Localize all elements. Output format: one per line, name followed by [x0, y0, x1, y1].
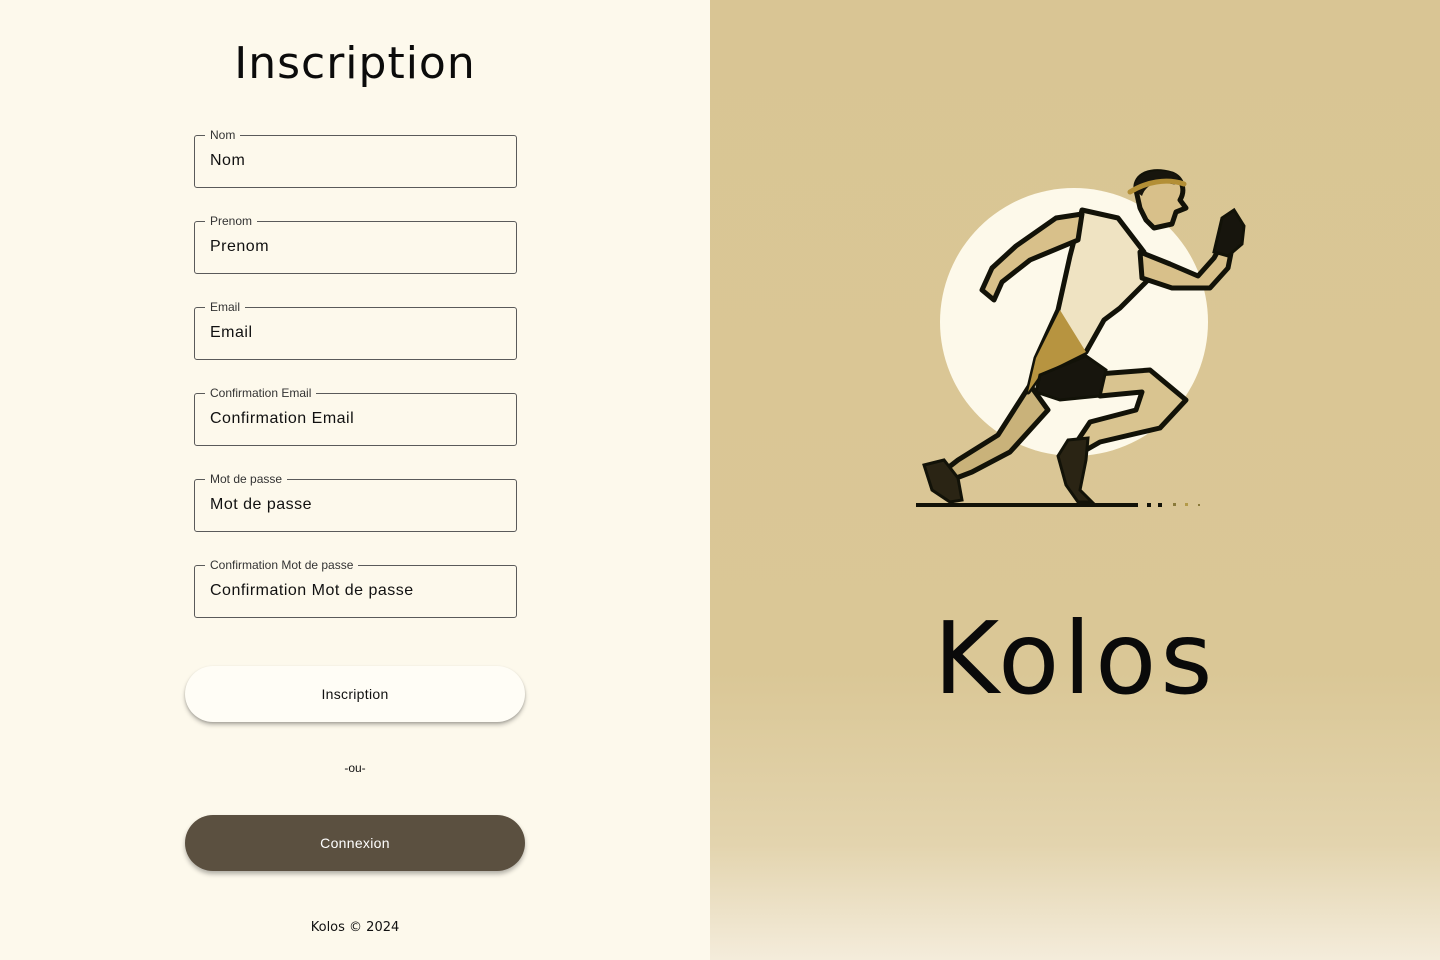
prenom-input[interactable]	[210, 238, 500, 256]
password-field[interactable]: Mot de passe	[194, 472, 517, 532]
prenom-field-label: Prenom	[205, 214, 258, 228]
password-field-label: Mot de passe	[205, 472, 288, 486]
brand-panel: Kolos	[710, 0, 1440, 960]
password-confirmation-input[interactable]	[210, 582, 500, 600]
page-title: Inscription	[234, 38, 476, 89]
email-field[interactable]: Email	[194, 300, 517, 360]
nom-input[interactable]	[210, 152, 500, 170]
email-field-label: Email	[205, 300, 246, 314]
nom-field[interactable]: Nom	[194, 128, 517, 188]
email-confirmation-field-label: Confirmation Email	[205, 386, 317, 400]
email-input[interactable]	[210, 324, 500, 342]
brand-name: Kolos	[933, 600, 1217, 717]
greek-runner-icon	[916, 169, 1246, 507]
nom-field-label: Nom	[205, 128, 241, 142]
footer-copyright: Kolos © 2024	[310, 920, 400, 935]
connexion-button[interactable]: Connexion	[185, 815, 525, 871]
inscription-button[interactable]: Inscription	[185, 666, 525, 722]
password-confirmation-field-label: Confirmation Mot de passe	[205, 558, 359, 572]
password-confirmation-field[interactable]: Confirmation Mot de passe	[194, 558, 517, 618]
password-input[interactable]	[210, 496, 500, 514]
email-confirmation-input[interactable]	[210, 410, 500, 428]
email-confirmation-field[interactable]: Confirmation Email	[194, 386, 517, 446]
or-separator: -ou-	[344, 761, 366, 775]
prenom-field[interactable]: Prenom	[194, 214, 517, 274]
registration-panel: Inscription Nom Prenom Email Confirmatio…	[0, 0, 710, 960]
